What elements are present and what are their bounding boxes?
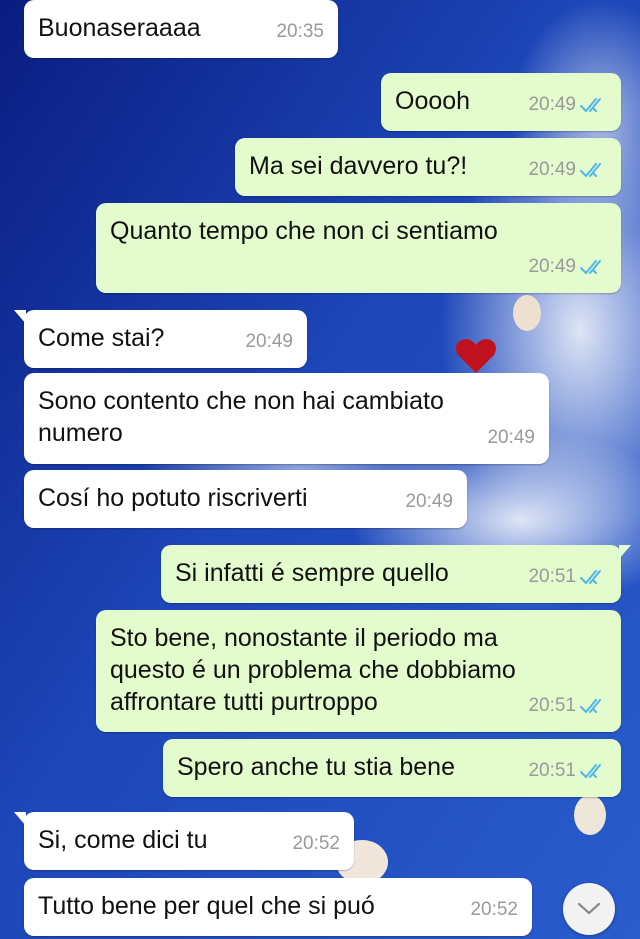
incoming-message-bubble[interactable]: Cosí ho potuto riscriverti 20:49 xyxy=(24,470,467,528)
message-meta: 20:35 xyxy=(276,16,324,48)
message-meta: 20:49 xyxy=(528,251,607,283)
incoming-message-bubble[interactable]: Tutto bene per quel che si puó 20:52 xyxy=(24,878,532,936)
message-meta: 20:51 xyxy=(528,755,607,787)
incoming-message-bubble[interactable]: Sono contento che non hai cambiato numer… xyxy=(24,373,549,464)
message-time: 20:49 xyxy=(487,427,535,448)
double-check-icon xyxy=(580,698,601,713)
message-meta: 20:51 xyxy=(528,690,607,722)
outgoing-message-bubble[interactable]: Spero anche tu stia bene 20:51 xyxy=(163,739,621,797)
outgoing-message-bubble[interactable]: Ma sei davvero tu?! 20:49 xyxy=(235,138,621,196)
message-text: Tutto bene per quel che si puó xyxy=(38,892,375,920)
message-text: Quanto tempo che non ci sentiamo xyxy=(110,217,498,245)
message-meta: 20:49 xyxy=(405,486,453,518)
message-meta: 20:49 xyxy=(528,154,607,186)
double-check-icon xyxy=(580,259,601,274)
message-time: 20:51 xyxy=(528,760,576,781)
message-meta: 20:52 xyxy=(470,894,518,926)
bubble-tail xyxy=(14,310,26,324)
outgoing-message-bubble[interactable]: Quanto tempo che non ci sentiamo 20:49 xyxy=(96,203,621,293)
message-time: 20:49 xyxy=(245,331,293,352)
message-meta: 20:49 xyxy=(245,326,293,358)
message-time: 20:49 xyxy=(528,94,576,115)
double-check-icon xyxy=(580,569,601,584)
message-time: 20:51 xyxy=(528,695,576,716)
message-time: 20:35 xyxy=(276,21,324,42)
message-meta: 20:52 xyxy=(292,828,340,860)
double-check-icon xyxy=(580,97,601,112)
message-meta: 20:49 xyxy=(528,89,607,121)
outgoing-message-bubble[interactable]: Sto bene, nonostante il periodo ma quest… xyxy=(96,610,621,732)
message-text: Sono contento che non hai cambiato numer… xyxy=(38,387,444,447)
incoming-message-bubble[interactable]: Buonaseraaaa 20:35 xyxy=(24,0,338,58)
message-time: 20:51 xyxy=(528,566,576,587)
message-time: 20:49 xyxy=(405,491,453,512)
incoming-message-bubble[interactable]: Come stai? 20:49 xyxy=(14,310,307,368)
incoming-message-bubble[interactable]: Si, come dici tu 20:52 xyxy=(14,812,354,870)
message-text: Cosí ho potuto riscriverti xyxy=(38,484,308,512)
outgoing-message-bubble[interactable]: Si infatti é sempre quello 20:51 xyxy=(161,545,631,603)
message-meta: 20:49 xyxy=(487,422,535,454)
bubble-tail xyxy=(14,812,26,826)
double-check-icon xyxy=(580,162,601,177)
chevron-down-icon xyxy=(577,902,601,915)
message-time: 20:49 xyxy=(528,256,576,277)
bubble-tail xyxy=(619,545,631,559)
message-meta: 20:51 xyxy=(528,561,607,593)
outgoing-message-bubble[interactable]: Ooooh 20:49 xyxy=(381,73,621,131)
double-check-icon xyxy=(580,763,601,778)
message-time: 20:49 xyxy=(528,159,576,180)
message-time: 20:52 xyxy=(292,833,340,854)
message-time: 20:52 xyxy=(470,899,518,920)
scroll-to-bottom-button[interactable] xyxy=(563,883,615,935)
